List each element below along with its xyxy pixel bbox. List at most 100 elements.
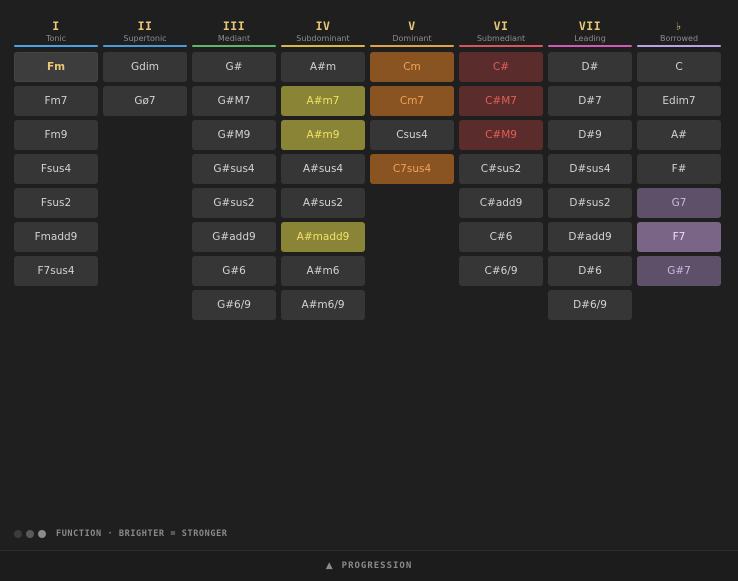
chord-button[interactable]: Fsus2 — [14, 188, 98, 218]
function-column-dominant: V Dominant Cm Cm7 Csus4 C7sus4 — [370, 20, 454, 324]
column-header: ♭ Borrowed — [637, 20, 721, 47]
chord-button[interactable]: G#sus4 — [192, 154, 276, 184]
chord-button[interactable]: A#m9 — [281, 120, 365, 150]
legend-dot-strong — [38, 530, 46, 538]
chord-button[interactable]: G#6 — [192, 256, 276, 286]
function-name: Submediant — [476, 34, 526, 43]
chord-list: A#m A#m7 A#m9 A#sus4 A#sus2 A#madd9 A#m6 A#m6/9 — [281, 52, 365, 320]
chord-button[interactable]: D#9 — [548, 120, 632, 150]
column-header: VII Leading — [548, 20, 632, 47]
chord-button[interactable]: D#sus2 — [548, 188, 632, 218]
column-header: II Supertonic — [103, 20, 187, 47]
chord-button[interactable]: A#m — [281, 52, 365, 82]
function-color-underline — [192, 45, 276, 47]
chord-button[interactable]: Fm — [14, 52, 98, 82]
chord-button[interactable]: G#sus2 — [192, 188, 276, 218]
chord-button[interactable]: Fm7 — [14, 86, 98, 116]
chord-button[interactable]: Fsus4 — [14, 154, 98, 184]
chord-button[interactable]: C7sus4 — [370, 154, 454, 184]
function-column-mediant: III Mediant G# G#M7 G#M9 G#sus4 G#sus2 G#add9 G#… — [192, 20, 276, 324]
chord-list: C Edim7 A# F# G7 F7 G#7 — [637, 52, 721, 286]
chord-button[interactable]: G#add9 — [192, 222, 276, 252]
function-color-underline — [370, 45, 454, 47]
column-header: III Mediant — [192, 20, 276, 47]
chord-button[interactable]: C#M7 — [459, 86, 543, 116]
function-column-borrowed: ♭ Borrowed C Edim7 A# F# G7 F7 G#7 — [637, 20, 721, 324]
chord-button[interactable]: A#madd9 — [281, 222, 365, 252]
chord-button[interactable]: G#6/9 — [192, 290, 276, 320]
roman-numeral: III — [222, 19, 246, 33]
chord-button[interactable]: D# — [548, 52, 632, 82]
chord-list: Gdim Gø7 — [103, 52, 187, 116]
chord-button[interactable]: G# — [192, 52, 276, 82]
chord-button[interactable]: A#m6/9 — [281, 290, 365, 320]
chord-button[interactable]: A#m7 — [281, 86, 365, 116]
chord-button[interactable]: A#sus4 — [281, 154, 365, 184]
chord-button[interactable]: F7 — [637, 222, 721, 252]
chord-list: C# C#M7 C#M9 C#sus2 C#add9 C#6 C#6/9 — [459, 52, 543, 286]
chord-list: Cm Cm7 Csus4 C7sus4 — [370, 52, 454, 184]
chord-button[interactable]: C#6/9 — [459, 256, 543, 286]
chord-button[interactable]: C#6 — [459, 222, 543, 252]
function-column-submediant: VI Submediant C# C#M7 C#M9 C#sus2 C#add9 C#6 C#6… — [459, 20, 543, 324]
chord-button[interactable]: Fm9 — [14, 120, 98, 150]
legend-dot-weak — [14, 530, 22, 538]
function-column-tonic: I Tonic Fm Fm7 Fm9 Fsus4 Fsus2 Fmadd9 F7sus4 — [14, 20, 98, 324]
chord-button[interactable]: G7 — [637, 188, 721, 218]
chord-button[interactable]: C — [637, 52, 721, 82]
roman-numeral: VII — [578, 19, 602, 33]
progression-toggle-button[interactable]: ▲ PROGRESSION — [0, 550, 738, 581]
function-color-underline — [637, 45, 721, 47]
chord-button[interactable]: Edim7 — [637, 86, 721, 116]
chord-button[interactable]: F7sus4 — [14, 256, 98, 286]
strength-legend: FUNCTION · BRIGHTER = STRONGER — [14, 529, 228, 539]
column-header: VI Submediant — [459, 20, 543, 47]
chord-button[interactable]: D#sus4 — [548, 154, 632, 184]
chord-button[interactable]: G#M7 — [192, 86, 276, 116]
chord-button[interactable]: D#7 — [548, 86, 632, 116]
chord-list: D# D#7 D#9 D#sus4 D#sus2 D#add9 D#6 D#6/9 — [548, 52, 632, 320]
chord-button[interactable]: D#6 — [548, 256, 632, 286]
function-name: Tonic — [45, 34, 67, 43]
chord-button[interactable]: Cm7 — [370, 86, 454, 116]
chord-button[interactable]: G#7 — [637, 256, 721, 286]
chord-button[interactable]: C#M9 — [459, 120, 543, 150]
legend-dot-medium — [26, 530, 34, 538]
progression-label: PROGRESSION — [341, 561, 413, 571]
chord-button[interactable]: Gdim — [103, 52, 187, 82]
chord-button[interactable]: G#M9 — [192, 120, 276, 150]
chord-button[interactable]: D#add9 — [548, 222, 632, 252]
function-columns: I Tonic Fm Fm7 Fm9 Fsus4 Fsus2 Fmadd9 F7sus4 II Su… — [14, 20, 721, 324]
chord-button[interactable]: Fmadd9 — [14, 222, 98, 252]
chord-button[interactable]: A#sus2 — [281, 188, 365, 218]
roman-numeral: II — [137, 19, 153, 33]
function-name: Dominant — [392, 34, 432, 43]
roman-numeral: V — [408, 19, 416, 33]
function-color-underline — [14, 45, 98, 47]
chord-button[interactable]: A#m6 — [281, 256, 365, 286]
column-header: IV Subdominant — [281, 20, 365, 47]
chord-button[interactable]: Cm — [370, 52, 454, 82]
function-name: Supertonic — [123, 34, 167, 43]
roman-numeral: ♭ — [675, 19, 683, 33]
chord-button[interactable]: C#add9 — [459, 188, 543, 218]
function-column-leading: VII Leading D# D#7 D#9 D#sus4 D#sus2 D#add9 D#6 D… — [548, 20, 632, 324]
function-column-subdominant: IV Subdominant A#m A#m7 A#m9 A#sus4 A#sus2 A#ma… — [281, 20, 365, 324]
chord-button[interactable]: A# — [637, 120, 721, 150]
function-name: Leading — [574, 34, 606, 43]
function-name: Mediant — [217, 34, 251, 43]
chord-button[interactable]: C#sus2 — [459, 154, 543, 184]
chord-button[interactable]: Csus4 — [370, 120, 454, 150]
chord-button[interactable]: Gø7 — [103, 86, 187, 116]
function-color-underline — [548, 45, 632, 47]
roman-numeral: IV — [315, 19, 331, 33]
column-header: I Tonic — [14, 20, 98, 47]
chord-list: Fm Fm7 Fm9 Fsus4 Fsus2 Fmadd9 F7sus4 — [14, 52, 98, 286]
chord-button[interactable]: C# — [459, 52, 543, 82]
function-name: Borrowed — [659, 34, 699, 43]
column-header: V Dominant — [370, 20, 454, 47]
chord-button[interactable]: D#6/9 — [548, 290, 632, 320]
roman-numeral: I — [52, 19, 60, 33]
chord-button[interactable]: F# — [637, 154, 721, 184]
chevron-up-icon: ▲ — [325, 561, 333, 571]
